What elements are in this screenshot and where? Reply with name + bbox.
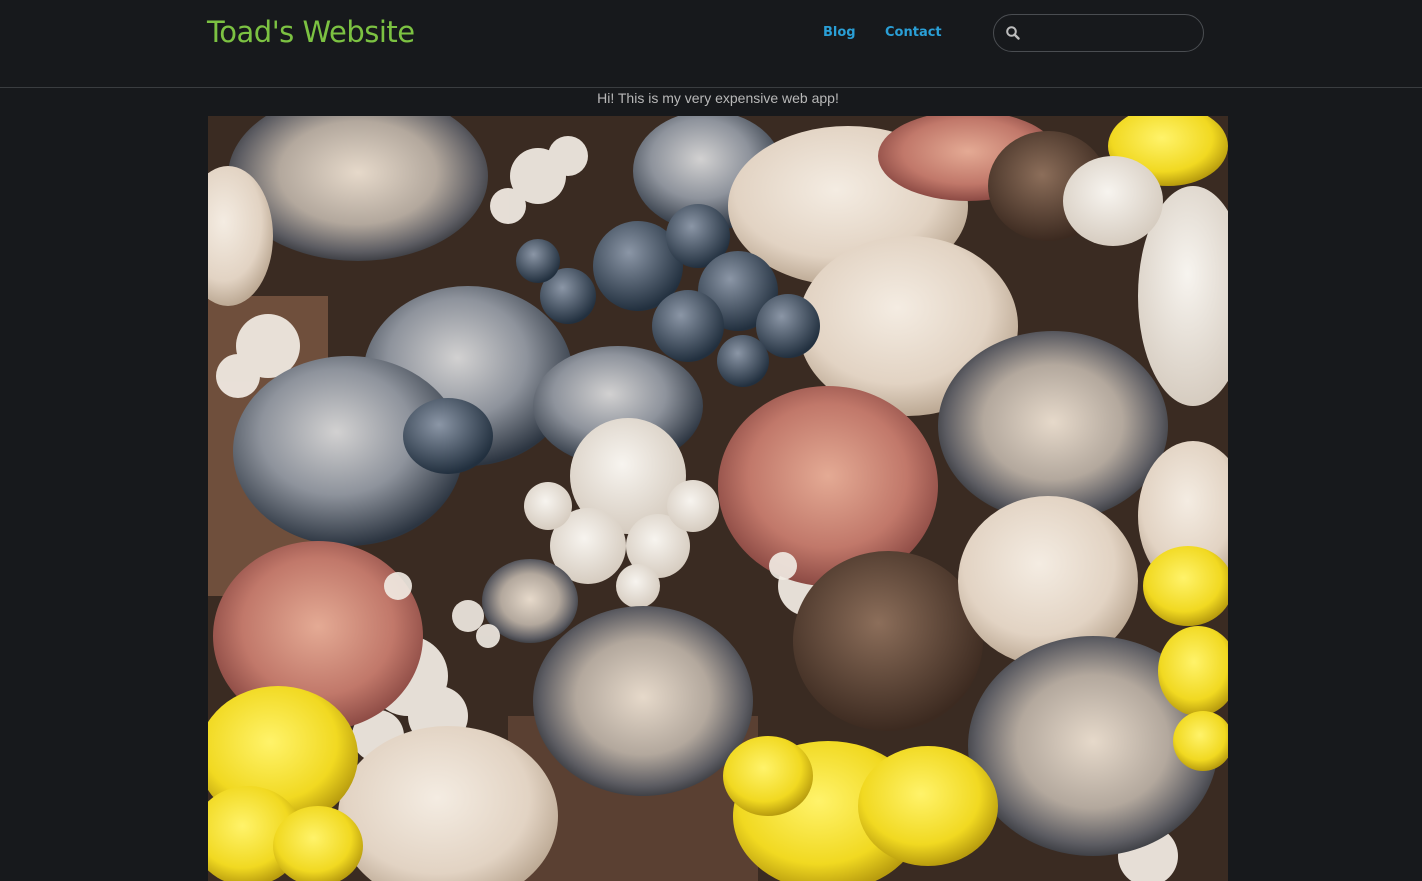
hero-image [208,116,1228,881]
nav-link-blog[interactable]: Blog [823,24,856,42]
search-icon [1005,25,1021,41]
search-input[interactable] [1026,19,1190,47]
tagline-text: Hi! This is my very expensive web app! [597,90,839,106]
top-navbar: Toad's Website Blog Contact [0,0,1422,88]
site-brand-link[interactable]: Toad's Website [207,12,415,52]
nav-link-contact[interactable]: Contact [885,24,942,42]
search-box[interactable] [993,14,1204,52]
